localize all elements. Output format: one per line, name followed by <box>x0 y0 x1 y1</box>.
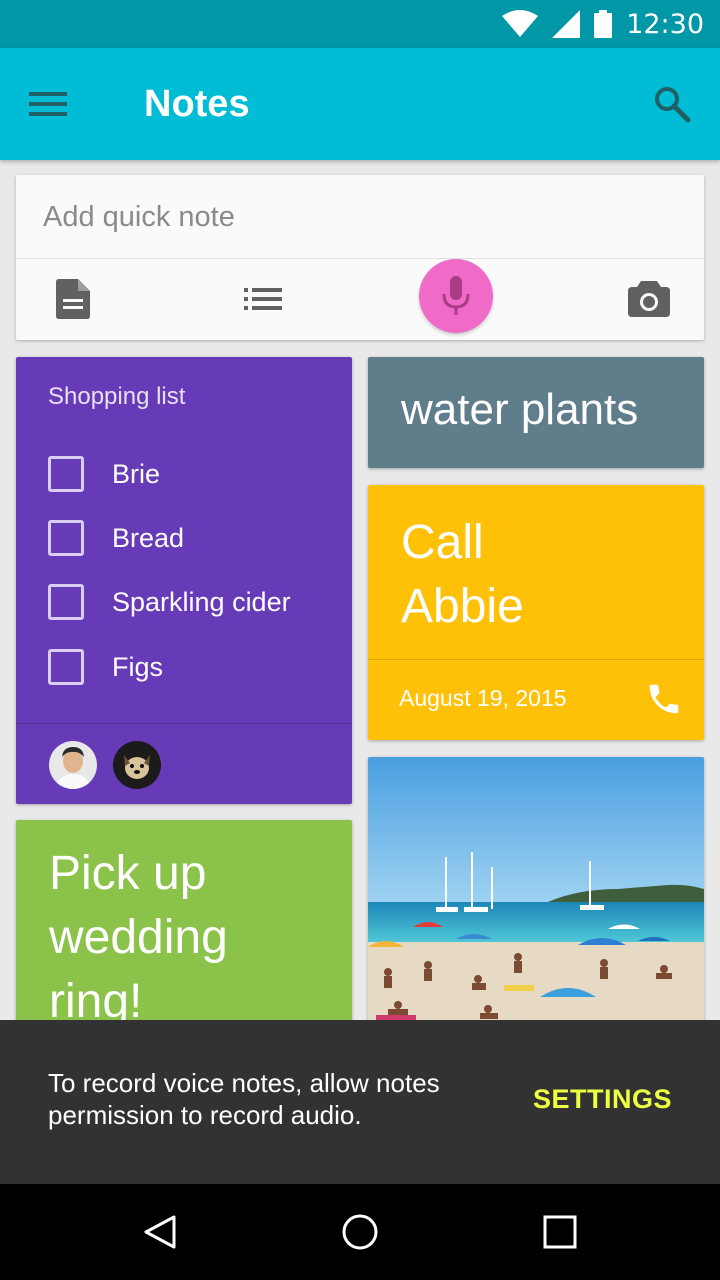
status-icons: 12:30 <box>502 0 704 48</box>
status-bar: 12:30 <box>0 0 720 48</box>
battery-icon <box>594 10 613 38</box>
list-item[interactable]: Sparkling cider <box>48 582 291 622</box>
home-icon <box>342 1214 378 1250</box>
note-text-line: Pick up <box>49 847 207 900</box>
avatar <box>113 741 161 789</box>
list-item-label: Bread <box>112 522 185 553</box>
list-item[interactable]: Bread <box>48 518 184 558</box>
phone-icon <box>649 684 679 714</box>
checkbox[interactable] <box>48 456 84 492</box>
note-title: Shopping list <box>48 383 186 410</box>
list-item[interactable]: Figs <box>48 647 163 687</box>
list-item-label: Figs <box>112 651 164 682</box>
note-text-line: Call <box>401 516 484 569</box>
recents-icon <box>543 1215 577 1249</box>
home-button[interactable] <box>336 1208 384 1256</box>
checkbox[interactable] <box>48 520 84 556</box>
permission-snackbar: To record voice notes, allow notes permi… <box>0 1020 720 1184</box>
note-divider <box>16 723 352 724</box>
note-photo[interactable] <box>368 757 704 1040</box>
new-text-note-button[interactable] <box>38 259 108 339</box>
menu-button[interactable] <box>24 80 72 128</box>
list-item-label: Brie <box>112 458 161 489</box>
app-title: Notes <box>144 83 250 125</box>
note-divider <box>368 659 704 660</box>
app-bar: Notes <box>0 48 720 160</box>
back-button[interactable] <box>136 1208 184 1256</box>
camera-icon <box>628 281 670 317</box>
wifi-icon <box>502 10 539 37</box>
list-item-label: Sparkling cider <box>112 586 291 617</box>
note-text-line: Abbie <box>401 580 524 633</box>
list-icon <box>244 288 282 310</box>
call-button[interactable] <box>642 677 686 721</box>
quick-note-card <box>16 175 704 340</box>
new-list-button[interactable] <box>228 259 298 339</box>
avatar-dog <box>113 741 161 789</box>
back-icon <box>144 1215 176 1249</box>
quick-note-input[interactable] <box>16 175 704 259</box>
menu-icon <box>29 92 67 116</box>
settings-button[interactable]: SETTINGS <box>533 1084 672 1115</box>
checkbox[interactable] <box>48 584 84 620</box>
note-text: Pick up wedding ring! <box>49 842 339 1034</box>
note-water-plants[interactable]: water plants <box>368 357 704 468</box>
status-time: 12:30 <box>626 8 704 40</box>
beach-photo <box>368 757 704 1040</box>
navigation-bar <box>0 1184 720 1280</box>
text-note-icon <box>56 279 90 319</box>
reminder-date: August 19, 2015 <box>399 685 567 711</box>
quick-note-divider <box>16 258 704 259</box>
note-shopping-list[interactable]: Shopping list Brie Bread Sparkling cider… <box>16 357 352 804</box>
search-button[interactable] <box>648 80 696 128</box>
checkbox[interactable] <box>48 649 84 685</box>
note-text: water plants <box>401 385 639 434</box>
recents-button[interactable] <box>536 1208 584 1256</box>
cellular-signal-icon <box>552 10 581 38</box>
note-wedding-ring[interactable]: Pick up wedding ring! <box>16 820 352 1040</box>
search-icon <box>655 87 691 123</box>
avatar-man <box>49 741 97 789</box>
camera-note-button[interactable] <box>614 259 684 339</box>
note-text-line: wedding <box>49 911 228 964</box>
avatar <box>49 741 97 789</box>
mic-icon <box>442 276 470 315</box>
note-text: Call Abbie <box>401 511 681 639</box>
voice-note-button[interactable] <box>419 259 493 333</box>
note-call-abbie[interactable]: Call Abbie August 19, 2015 <box>368 485 704 740</box>
snackbar-message: To record voice notes, allow notes permi… <box>48 1068 440 1130</box>
list-item[interactable]: Brie <box>48 454 160 494</box>
